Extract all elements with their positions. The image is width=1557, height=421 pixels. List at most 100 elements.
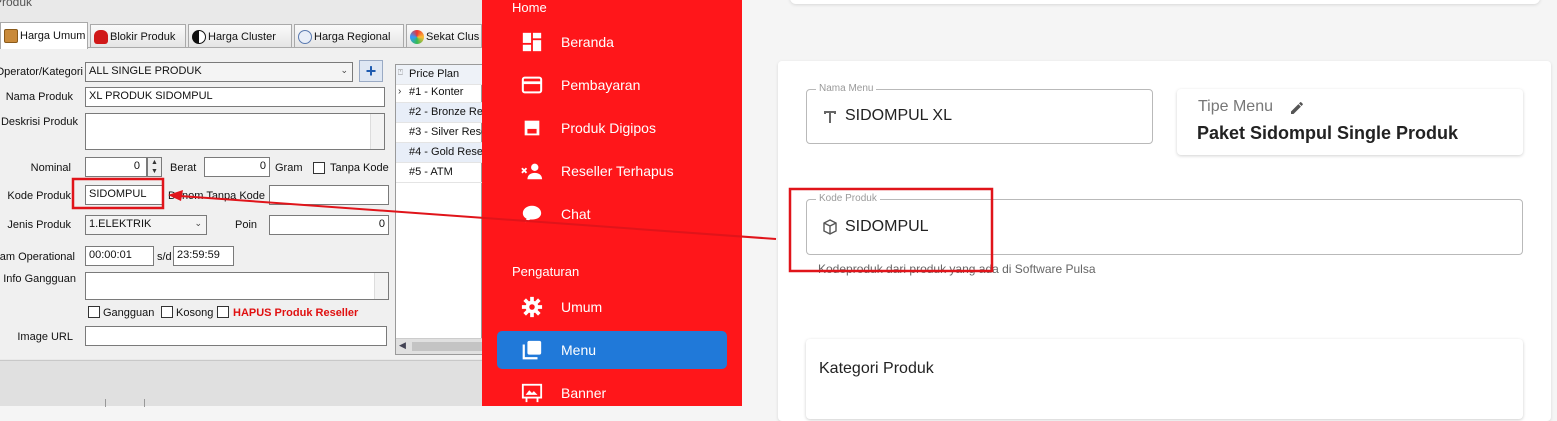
price-tag-icon — [4, 29, 18, 43]
nama-produk-input[interactable]: XL PRODUK SIDOMPUL — [85, 87, 385, 107]
jam-operational-label: Jam Operational — [0, 251, 75, 263]
kode-produk-input[interactable]: SIDOMPUL — [85, 185, 163, 205]
denom-input[interactable] — [269, 185, 389, 205]
sidebar: Home Beranda Pembayaran Produk Digipos R… — [482, 0, 742, 406]
tipe-menu-value: Paket Sidompul Single Produk — [1197, 123, 1459, 143]
globe-icon — [298, 29, 312, 44]
add-operator-button[interactable]: + — [359, 60, 383, 82]
top-card — [790, 0, 1540, 4]
price-plan-cell: #3 - Silver Reseller — [409, 126, 483, 138]
berat-input[interactable]: 0 — [204, 157, 270, 177]
price-plan-cell: #1 - Konter — [409, 86, 464, 98]
scrollbar-thumb[interactable] — [412, 342, 482, 351]
sidebar-item-label: Beranda — [561, 34, 614, 50]
tab-bar: Harga Umum Blokir Produk Harga Cluster H… — [0, 22, 482, 49]
tab-blokir-produk[interactable]: Blokir Produk — [90, 24, 186, 48]
operator-value: ALL SINGLE PRODUK — [89, 65, 202, 77]
sidebar-item-pembayaran[interactable]: Pembayaran — [497, 66, 727, 104]
layers-icon — [522, 340, 542, 360]
nominal-input[interactable]: 0 — [85, 157, 147, 177]
plus-icon: + — [365, 61, 377, 81]
sd-card-icon — [524, 120, 540, 136]
berat-label: Berat — [170, 162, 197, 174]
deskripsi-textarea[interactable] — [85, 113, 385, 150]
palette-icon — [410, 29, 424, 44]
operator-select[interactable]: ALL SINGLE PRODUK ⌄ — [85, 62, 353, 82]
price-plan-header: Price Plan — [409, 68, 460, 80]
menu-edit-page: Nama Menu SIDOMPUL XL Tipe Menu Paket Si… — [742, 0, 1557, 421]
deskripsi-label: Deskrisi Produk — [0, 116, 78, 128]
tab-harga-umum[interactable]: Harga Umum — [0, 22, 88, 49]
textarea-scrollbar[interactable] — [370, 114, 384, 149]
hand-stop-icon — [94, 29, 108, 44]
kategori-produk-title: Kategori Produk — [819, 360, 934, 377]
sidebar-item-banner[interactable]: Banner — [497, 374, 727, 412]
tipe-menu-box: Tipe Menu Paket Sidompul Single Produk — [1177, 89, 1523, 155]
section-home: Home — [512, 0, 547, 15]
info-gangguan-textarea[interactable] — [85, 272, 389, 300]
tipe-menu-label: Tipe Menu — [1198, 98, 1273, 115]
horizontal-scrollbar[interactable]: ◀ — [396, 338, 483, 354]
kosong-checkbox[interactable] — [161, 306, 173, 318]
nominal-stepper[interactable]: ▲ ▼ — [147, 157, 162, 177]
poin-input[interactable]: 0 — [269, 215, 389, 235]
pencil-icon[interactable] — [1289, 100, 1305, 116]
tab-label: Harga Regional — [314, 30, 391, 43]
table-row[interactable]: › #1 - Konter — [396, 83, 483, 103]
nama-menu-field[interactable]: Nama Menu SIDOMPUL XL — [806, 83, 1153, 144]
hapus-checkbox[interactable] — [217, 306, 229, 318]
tanpa-kode-checkbox[interactable] — [313, 162, 325, 174]
people-remove-icon — [521, 163, 543, 180]
sidebar-item-label: Umum — [561, 299, 603, 315]
gear-icon — [521, 296, 543, 318]
tab-label: Harga Umum — [20, 30, 86, 42]
gram-label: Gram — [275, 162, 303, 174]
kode-produk-field[interactable]: Kode Produk SIDOMPUL — [806, 193, 1523, 255]
textarea-scrollbar[interactable] — [374, 273, 388, 299]
nama-menu-value: SIDOMPUL XL — [845, 107, 952, 124]
yin-yang-icon — [192, 29, 206, 44]
poin-label: Poin — [235, 219, 258, 231]
image-url-label: Image URL — [17, 331, 73, 343]
jam-start-input[interactable]: 00:00:01 — [85, 246, 154, 266]
desktop-app-window: Produk Harga Umum Blokir Produk Harga Cl… — [0, 0, 483, 407]
jam-end-input[interactable]: 23:59:59 — [173, 246, 234, 266]
price-plan-cell: #4 - Gold Reseller — [409, 146, 483, 158]
table-row[interactable]: #4 - Gold Reseller — [396, 143, 483, 163]
sidebar-item-beranda[interactable]: Beranda — [497, 23, 727, 61]
sidebar-item-label: Reseller Terhapus — [561, 163, 674, 179]
sidebar-item-chat[interactable]: Chat — [497, 195, 727, 233]
credit-card-icon — [521, 76, 543, 94]
price-plan-cell: #2 - Bronze Reseller — [409, 106, 483, 118]
sidebar-item-umum[interactable]: Umum — [497, 288, 727, 326]
scroll-left-icon[interactable]: ◀ — [399, 340, 406, 351]
sidebar-item-label: Menu — [561, 342, 597, 358]
kode-produk-hint: Kodeproduk dari produk yang ada di Softw… — [818, 262, 1096, 276]
text-format-icon — [824, 111, 836, 123]
table-row[interactable]: #5 - ATM — [396, 163, 483, 183]
package-icon — [823, 219, 837, 235]
jenis-produk-select[interactable]: 1.ELEKTRIK ⌄ — [85, 215, 207, 235]
gangguan-checkbox[interactable] — [88, 306, 100, 318]
tab-harga-regional[interactable]: Harga Regional — [294, 24, 404, 48]
table-row[interactable]: #3 - Silver Reseller — [396, 123, 483, 143]
sidebar-item-reseller-terhapus[interactable]: Reseller Terhapus — [497, 152, 727, 190]
table-row[interactable]: #2 - Bronze Reseller — [396, 103, 483, 123]
window-footer — [0, 360, 482, 407]
dashboard-icon — [522, 32, 542, 52]
jenis-produk-value: 1.ELEKTRIK — [89, 218, 152, 230]
chevron-down-icon: ⌄ — [194, 218, 202, 228]
sidebar-item-label: Pembayaran — [561, 77, 641, 93]
info-gangguan-label: Info Gangguan — [3, 273, 76, 285]
kode-produk-label: Kode Produk — [7, 190, 71, 202]
tab-sekat-cluster[interactable]: Sekat Clus — [406, 24, 482, 48]
tab-harga-cluster[interactable]: Harga Cluster — [188, 24, 292, 48]
sidebar-item-menu[interactable]: Menu — [497, 331, 727, 369]
kosong-label: Kosong — [176, 307, 214, 319]
hapus-produk-reseller-label: HAPUS Produk Reseller — [233, 307, 359, 319]
image-url-input[interactable] — [85, 326, 387, 346]
nama-menu-label: Nama Menu — [816, 83, 877, 94]
chat-bubble-icon — [522, 205, 542, 223]
sidebar-item-produk-digipos[interactable]: Produk Digipos — [497, 109, 727, 147]
nominal-label: Nominal — [30, 162, 71, 174]
